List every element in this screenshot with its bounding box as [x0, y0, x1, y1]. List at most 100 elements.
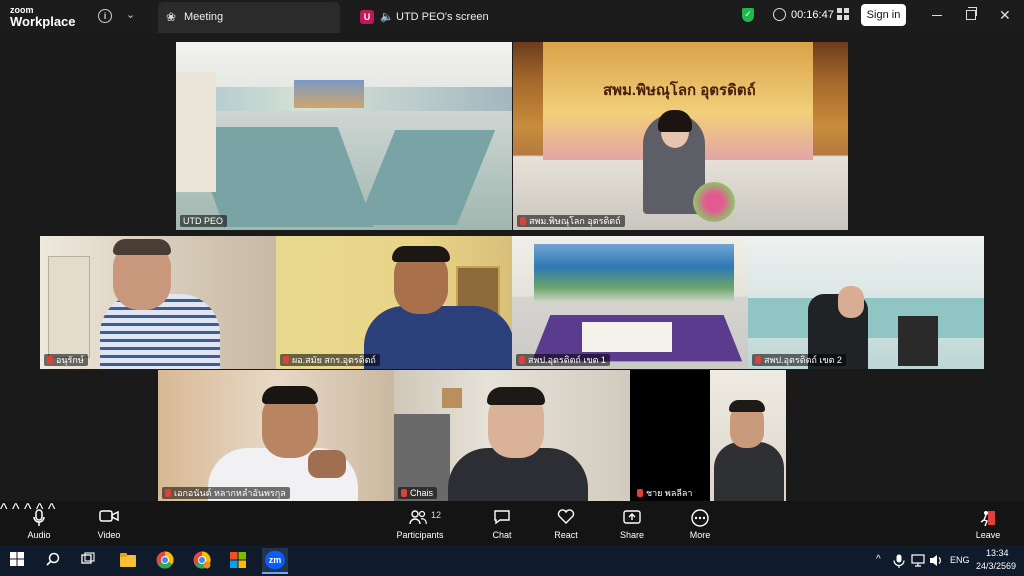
- windows-start-icon[interactable]: [10, 552, 24, 566]
- chevron-down-icon[interactable]: ⌄: [126, 8, 135, 21]
- person-left: [176, 72, 216, 192]
- participant-name-tag: ผอ.สมัย สกร.อุตรดิตถ์: [280, 354, 380, 366]
- striped-shirt: [100, 294, 220, 369]
- presenter-hair: [658, 110, 692, 132]
- minimize-icon[interactable]: [932, 15, 942, 16]
- flower-bouquet: [693, 182, 735, 222]
- video-button[interactable]: Video: [92, 501, 126, 545]
- logo-line2: Workplace: [10, 14, 76, 29]
- hair: [729, 400, 765, 412]
- participant-name: Chais: [410, 488, 434, 498]
- close-icon[interactable]: ✕: [999, 7, 1011, 24]
- participant-name-tag: UTD PEO: [180, 215, 228, 227]
- participant-name-tag: สพป.อุตรดิตถ์ เขต 2: [752, 354, 846, 366]
- more-button[interactable]: More: [684, 501, 716, 545]
- face: [838, 286, 864, 318]
- backdrop-banner: [534, 244, 734, 302]
- dark-suit: [714, 442, 784, 502]
- mic-muted-icon: [519, 356, 525, 364]
- volume-icon[interactable]: [929, 554, 943, 567]
- info-icon[interactable]: i: [98, 9, 112, 23]
- participant-name: สพป.อุตรดิตถ์ เขต 1: [528, 355, 606, 365]
- more-icon: [691, 509, 709, 527]
- security-shield-icon[interactable]: ✓: [742, 8, 754, 22]
- participant-name-tag: เอกอนันต์ หลากหลำอันพรกุล: [162, 487, 290, 499]
- video-tile-spp-district-2[interactable]: สพป.อุตรดิตถ์ เขต 2: [748, 236, 984, 369]
- chat-button[interactable]: Chat: [486, 501, 518, 545]
- audio-button[interactable]: Audio: [22, 501, 56, 545]
- restore-icon[interactable]: [966, 7, 977, 20]
- hair: [113, 239, 171, 255]
- leave-button[interactable]: Leave: [972, 501, 1004, 545]
- react-button[interactable]: React: [550, 501, 582, 545]
- video-tile-ekanan[interactable]: เอกอนันต์ หลากหลำอันพรกุล: [158, 370, 394, 502]
- participants-button[interactable]: Participants: [392, 501, 448, 545]
- mic-muted-icon: [47, 356, 53, 364]
- more-label: More: [689, 530, 711, 540]
- video-caret-icon[interactable]: ^: [12, 501, 20, 518]
- chat-label: Chat: [492, 530, 512, 540]
- tray-chevron-icon[interactable]: ^: [876, 554, 881, 565]
- chrome-profile-icon[interactable]: [193, 551, 211, 569]
- tab-shared-screen[interactable]: U 🔈 UTD PEO's screen: [352, 2, 532, 33]
- leave-label: Leave: [975, 530, 1001, 540]
- video-tile-utd-peo[interactable]: UTD PEO: [176, 42, 512, 230]
- participant-name-tag: สพป.อุตรดิตถ์ เขต 1: [516, 354, 610, 366]
- clock-time[interactable]: 13:34: [986, 548, 1009, 558]
- tab-meeting[interactable]: ❀ Meeting: [158, 2, 340, 33]
- view-grid-icon[interactable]: [837, 8, 849, 20]
- share-label: Share: [619, 530, 645, 540]
- zoom-taskbar-item[interactable]: zm: [262, 548, 288, 574]
- language-indicator[interactable]: ENG: [950, 555, 970, 565]
- participant-name-tag: Chais: [398, 487, 438, 499]
- video-tile-spp-district-1[interactable]: สพป.อุตรดิตถ์ เขต 1: [512, 236, 748, 369]
- video-tile-spm-phitsanulok[interactable]: สพม.พิษณุโลก อุตรดิตถ์ สพม.พิษณุโลก อุตร…: [513, 42, 848, 230]
- network-icon[interactable]: [911, 554, 925, 567]
- paw-icon: ❀: [166, 10, 177, 24]
- title-bar: zoom Workplace i ⌄ ❀ Meeting U 🔈 UTD PEO…: [0, 0, 1024, 33]
- search-icon[interactable]: [46, 552, 60, 566]
- task-view-icon[interactable]: [81, 552, 95, 566]
- video-tile-chai-ponlila[interactable]: ชาย พลลีลา: [630, 370, 710, 502]
- participant-name: ผอ.สมัย สกร.อุตรดิตถ์: [292, 355, 376, 365]
- video-tile-chais[interactable]: Chais: [394, 370, 630, 502]
- sign-in-button[interactable]: Sign in: [861, 4, 906, 26]
- share-button[interactable]: Share: [616, 501, 648, 545]
- zoom-workplace-logo: zoom Workplace: [10, 5, 76, 29]
- file-explorer-icon[interactable]: [119, 551, 137, 569]
- audio-caret-icon[interactable]: ^: [0, 501, 8, 518]
- participant-name-tag: อนุรักษ์: [44, 354, 88, 366]
- leave-icon: [980, 511, 995, 527]
- banner-text: สพม.พิษณุโลก อุตรดิตถ์: [603, 82, 756, 99]
- tab-shared-screen-label: UTD PEO's screen: [396, 11, 489, 23]
- participant-name: สพม.พิษณุโลก อุตรดิตถ์: [529, 216, 621, 226]
- hair: [392, 246, 450, 262]
- microsoft-store-icon[interactable]: [229, 551, 247, 569]
- microphone-tray-icon[interactable]: [893, 554, 905, 568]
- audio-label: Audio: [27, 530, 51, 540]
- participant-name: อนุรักษ์: [56, 355, 84, 365]
- mic-muted-icon: [520, 217, 526, 225]
- hair: [487, 387, 545, 405]
- video-tile-director-samai[interactable]: ผอ.สมัย สกร.อุตรดิตถ์: [276, 236, 512, 369]
- participant-name-tag: ชาย พลลีลา: [634, 487, 697, 499]
- blue-shirt: [364, 306, 512, 369]
- chrome-icon[interactable]: [156, 551, 174, 569]
- speaker-icon: 🔈: [380, 11, 394, 23]
- wall-frame: [442, 388, 462, 408]
- share-screen-icon: [623, 510, 641, 524]
- video-tile-chai-ponlila-video[interactable]: [710, 370, 786, 502]
- meeting-timer: 00:16:47: [791, 9, 834, 21]
- windows-taskbar: zm ^ ENG 13:34 24/3/2569: [0, 545, 1024, 576]
- tablecloth: [582, 322, 672, 352]
- video-tile-anurak[interactable]: อนุรักษ์: [40, 236, 276, 369]
- react-label: React: [554, 530, 578, 540]
- participant-name: เอกอนันต์ หลากหลำอันพรกุล: [174, 488, 286, 498]
- participants-label: Participants: [396, 530, 444, 540]
- user-badge: U: [360, 10, 374, 24]
- participants-count: 12: [431, 510, 442, 520]
- participant-name: UTD PEO: [183, 216, 224, 226]
- clock-date[interactable]: 24/3/2569: [976, 561, 1016, 571]
- microphone-stand: [898, 316, 938, 366]
- tab-meeting-label: Meeting: [184, 11, 224, 23]
